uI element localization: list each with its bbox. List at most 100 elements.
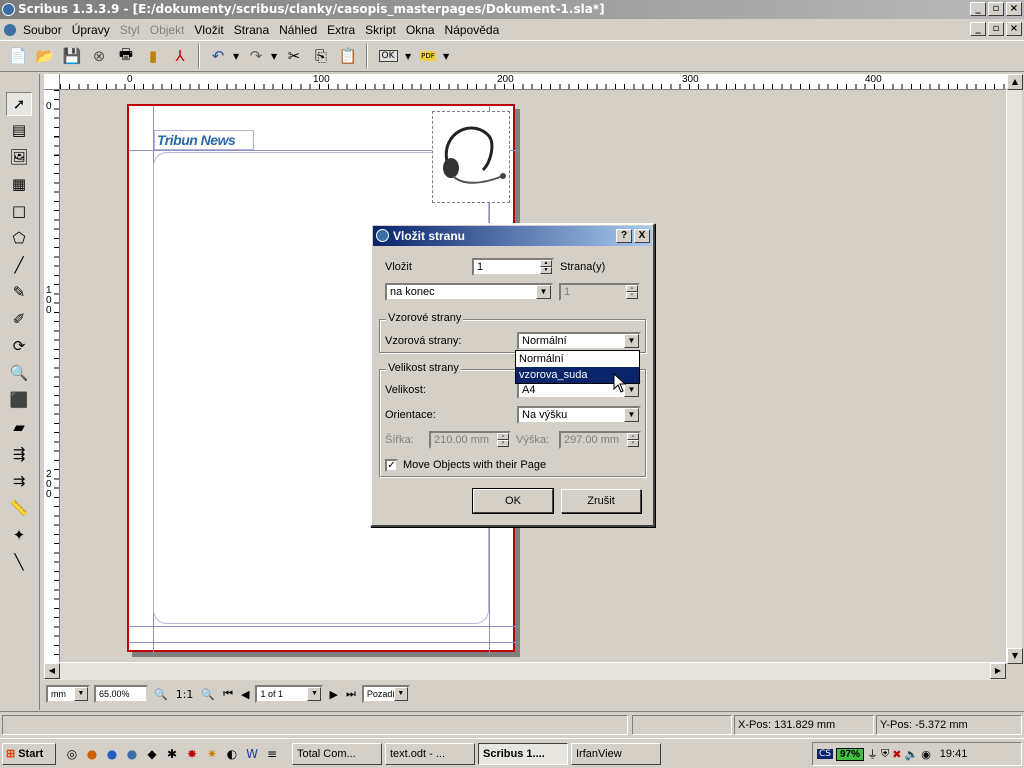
position-select[interactable]: na konec ▼ <box>385 283 553 301</box>
menu-nahled[interactable]: Náhled <box>274 23 322 37</box>
image-frame-icon[interactable]: 🖼 <box>6 145 32 169</box>
menu-strana[interactable]: Strana <box>229 23 274 37</box>
open-icon[interactable]: 📂 <box>33 44 57 68</box>
bezier-icon[interactable]: ✎ <box>6 280 32 304</box>
shield-icon[interactable]: ⛨ <box>881 747 889 761</box>
first-page-icon[interactable]: ⏮ <box>221 687 235 701</box>
text-frame-icon[interactable]: ▤ <box>6 118 32 142</box>
app-quick-icon[interactable]: ≡ <box>264 746 280 762</box>
vertical-scrollbar[interactable]: ▲ ▼ <box>1006 74 1023 664</box>
polygon-icon[interactable]: ⬠ <box>6 226 32 250</box>
zoom-icon[interactable]: 🔍 <box>6 361 32 385</box>
word-icon[interactable]: W <box>244 746 260 762</box>
rotate-icon[interactable]: ⟳ <box>6 334 32 358</box>
start-button[interactable]: ⊞ Start <box>2 742 56 765</box>
move-objects-checkbox[interactable]: ✓ <box>385 459 398 472</box>
print-icon[interactable]: 🖶 <box>114 44 138 68</box>
zoom-out-icon[interactable]: 🔍 <box>152 688 170 701</box>
task-scribus[interactable]: Scribus 1.... <box>478 742 568 765</box>
edit-text-icon[interactable]: ▰ <box>6 415 32 439</box>
link-frames-icon[interactable]: ⇶ <box>6 442 32 466</box>
orientation-select[interactable]: Na výšku ▼ <box>517 406 641 424</box>
master-page-select[interactable]: Normální ▼ <box>517 332 641 350</box>
tray-app-icon[interactable]: ◉ <box>921 748 931 761</box>
doc-close-button[interactable]: × <box>1006 22 1022 36</box>
measure-icon[interactable]: 📏 <box>6 496 32 520</box>
unlink-frames-icon[interactable]: ⇉ <box>6 469 32 493</box>
redo-dropdown-icon[interactable]: ▼ <box>271 52 279 61</box>
task-irfanview[interactable]: IrfanView <box>571 742 661 765</box>
master-page-option[interactable]: Normální <box>516 351 639 367</box>
network-icon[interactable]: ✖ <box>892 748 901 761</box>
menu-skript[interactable]: Skript <box>360 23 401 37</box>
close-icon[interactable]: ⊗ <box>87 44 111 68</box>
copy-icon[interactable]: ⎘ <box>309 44 333 68</box>
scroll-up-icon[interactable]: ▲ <box>1007 74 1023 90</box>
restore-button[interactable]: ▫ <box>988 2 1004 16</box>
cancel-button[interactable]: Zrušit <box>561 489 641 513</box>
menu-napoveda[interactable]: Nápověda <box>440 23 505 37</box>
paste-icon[interactable]: 📋 <box>336 44 360 68</box>
scroll-right-icon[interactable]: ▶ <box>990 663 1006 679</box>
table-icon[interactable]: ▦ <box>6 172 32 196</box>
undo-dropdown-icon[interactable]: ▼ <box>233 52 241 61</box>
cut-icon[interactable]: ✂ <box>282 44 306 68</box>
horizontal-scrollbar[interactable]: ◀ ▶ <box>44 662 1006 680</box>
menu-okna[interactable]: Okna <box>401 23 440 37</box>
undo-icon[interactable]: ↶ <box>206 44 230 68</box>
page-select[interactable]: 1 of 1 ▼ <box>255 685 324 703</box>
eyedropper-icon[interactable]: ╲ <box>6 550 32 574</box>
copy-properties-icon[interactable]: ✦ <box>6 523 32 547</box>
zoom-input[interactable]: 65.00% <box>94 685 148 703</box>
pdf-icon[interactable]: PDF <box>416 44 440 68</box>
language-indicator[interactable]: CS <box>817 749 833 759</box>
new-icon[interactable]: 📄 <box>6 44 30 68</box>
menu-vlozit[interactable]: Vložit <box>189 23 228 37</box>
last-page-icon[interactable]: ⏭ <box>344 687 358 701</box>
app-quick-icon[interactable]: ◐ <box>224 746 240 762</box>
close-button[interactable]: × <box>1006 2 1022 16</box>
menu-extra[interactable]: Extra <box>322 23 360 37</box>
doc-restore-button[interactable]: ▫ <box>988 22 1004 36</box>
menu-soubor[interactable]: Soubor <box>18 23 67 37</box>
redo-icon[interactable]: ↷ <box>244 44 268 68</box>
app-quick-icon[interactable]: ✷ <box>204 746 220 762</box>
menu-styl[interactable]: Styl <box>115 23 145 37</box>
freehand-icon[interactable]: ✐ <box>6 307 32 331</box>
height-spinbox[interactable]: 297.00 mm ▲ ▼ <box>559 431 641 449</box>
logo-text-frame[interactable]: Tribun News <box>154 130 254 150</box>
edit-contents-icon[interactable]: ⬛ <box>6 388 32 412</box>
scroll-down-icon[interactable]: ▼ <box>1007 648 1023 664</box>
volume-icon[interactable]: 🔈 <box>904 748 918 761</box>
prev-page-icon[interactable]: ◀ <box>239 688 251 701</box>
task-total-commander[interactable]: Total Com... <box>292 742 382 765</box>
menu-upravy[interactable]: Úpravy <box>67 23 115 37</box>
menu-objekt[interactable]: Objekt <box>145 23 190 37</box>
doc-minimize-button[interactable]: _ <box>970 22 986 36</box>
pdf-dropdown-icon[interactable]: ▼ <box>443 52 451 61</box>
battery-indicator[interactable]: 97% <box>836 747 865 761</box>
save-icon[interactable]: 💾 <box>60 44 84 68</box>
next-page-icon[interactable]: ▶ <box>327 688 339 701</box>
scribus-quick-icon[interactable]: ● <box>124 746 140 762</box>
dialog-close-button[interactable]: X <box>634 229 650 243</box>
insert-count-spinbox[interactable]: 1 ▲ ▼ <box>472 258 554 276</box>
app-quick-icon[interactable]: ✱ <box>164 746 180 762</box>
zoom-in-icon[interactable]: 🔍 <box>199 688 217 701</box>
width-spinbox[interactable]: 210.00 mm ▲ ▼ <box>429 431 511 449</box>
firefox-icon[interactable]: ● <box>84 746 100 762</box>
pdf-export-icon[interactable]: ⅄ <box>168 44 192 68</box>
headset-image-frame[interactable] <box>432 111 510 203</box>
ok-dropdown-icon[interactable]: ▼ <box>405 52 413 61</box>
page-number-spinbox[interactable]: 1 ▲ ▼ <box>559 283 640 301</box>
shape-icon[interactable]: □ <box>6 199 32 223</box>
thunderbird-icon[interactable]: ● <box>104 746 120 762</box>
ok-icon[interactable]: OK <box>374 44 402 68</box>
zoom-ratio-button[interactable]: 1:1 <box>174 688 196 701</box>
scroll-left-icon[interactable]: ◀ <box>44 663 60 679</box>
quicklaunch-icon[interactable]: ◎ <box>64 746 80 762</box>
app-quick-icon[interactable]: ◆ <box>144 746 160 762</box>
help-button[interactable]: ? <box>616 229 632 243</box>
task-text-odt[interactable]: text.odt - ... <box>385 742 475 765</box>
ok-button[interactable]: OK <box>472 488 554 514</box>
